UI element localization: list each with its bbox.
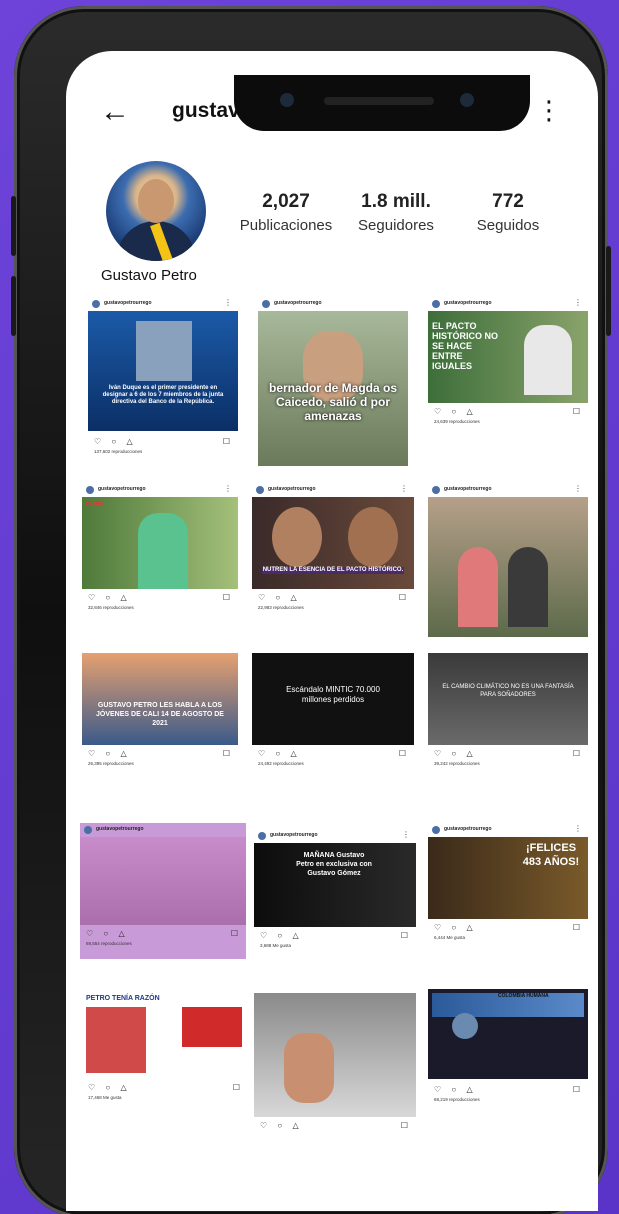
post-card[interactable]: PETRO TENÍA RAZÓN ♡ ○ △ ☐ 17,468 Me gusta bbox=[82, 993, 248, 1185]
arrow-left-icon[interactable]: ← bbox=[100, 97, 130, 127]
post-overlay-text: PETRO bbox=[86, 501, 104, 507]
post-overlay-text: bernador de Magda os Caicedo, salió d po… bbox=[268, 381, 398, 423]
post-author: gustavopetrourrego bbox=[98, 486, 146, 492]
notch bbox=[234, 75, 530, 131]
post-card[interactable]: COLOMBIA HUMANA ♡ ○ △ ☐ 68,219 reproducci… bbox=[428, 989, 588, 1185]
post-plays: 24,492 reproducciones bbox=[258, 761, 304, 766]
post-plays: 22,983 reproducciones bbox=[258, 605, 304, 610]
post-card[interactable]: ♡ ○ △ ☐ bbox=[254, 993, 416, 1173]
post-plays: 6,444 Me gusta bbox=[434, 935, 466, 940]
stat-posts[interactable]: 2,027 Publicaciones bbox=[236, 191, 336, 234]
post-card[interactable]: gustavopetrourrego ♡ ○ △ ☐ 69,554 reprodu… bbox=[80, 823, 246, 959]
screen: ← gustavopetrourrego ✓ ⋮ Gustavo Petro 2… bbox=[66, 51, 598, 1211]
post-overlay-text: Iván Duque es el primer presidente en de… bbox=[102, 385, 224, 405]
post-plays: 24,639 reproducciones bbox=[434, 419, 480, 424]
stat-followers[interactable]: 1.8 mill. Seguidores bbox=[346, 191, 446, 234]
post-overlay-text: Escándalo MINTIC 70.000 millones perdido… bbox=[286, 685, 380, 704]
post-author: gustavopetrourrego bbox=[96, 826, 144, 832]
stat-followers-value: 1.8 mill. bbox=[361, 191, 431, 212]
post-overlay-text: MAÑANA Gustavo Petro en exclusiva con Gu… bbox=[296, 852, 372, 877]
post-author: gustavopetrourrego bbox=[104, 300, 152, 306]
side-button bbox=[11, 276, 16, 336]
post-plays: 39,242 reproducciones bbox=[434, 761, 480, 766]
speaker bbox=[324, 97, 434, 105]
post-plays: 32,846 reproducciones bbox=[88, 605, 134, 610]
post-author: gustavopetrourrego bbox=[444, 826, 492, 832]
post-plays: 17,468 Me gusta bbox=[88, 1095, 122, 1100]
post-author: gustavopetrourrego bbox=[444, 300, 492, 306]
side-button bbox=[11, 196, 16, 256]
more-vertical-icon[interactable]: ⋮ bbox=[536, 97, 562, 123]
post-author: gustavopetrourrego bbox=[268, 486, 316, 492]
post-card[interactable]: gustavopetrourrego ⋮ ¡FELICES 483 AÑOS! ♡… bbox=[428, 823, 588, 971]
post-card[interactable]: gustavopetrourrego ⋮ EL PACTO HISTÓRICO N… bbox=[428, 297, 588, 477]
post-author: gustavopetrourrego bbox=[274, 300, 322, 306]
stat-posts-value: 2,027 bbox=[262, 191, 310, 212]
post-overlay-text: PETRO TENÍA RAZÓN bbox=[86, 995, 160, 1002]
post-card[interactable]: gustavopetrourrego ⋮ Iván Duque es el pri… bbox=[88, 297, 238, 477]
post-plays: 137,602 reproducciones bbox=[94, 449, 143, 454]
stat-posts-label: Publicaciones bbox=[239, 217, 333, 234]
post-overlay-text: EL PACTO HISTÓRICO NO SE HACE ENTRE IGUA… bbox=[432, 321, 499, 371]
post-overlay-text: ¡FELICES 483 AÑOS! bbox=[522, 842, 580, 868]
post-overlay-text: NUTREN LA ESENCIA DE EL PACTO HISTÓRICO. bbox=[262, 567, 404, 574]
post-author: gustavopetrourrego bbox=[270, 832, 318, 838]
stat-followers-label: Seguidores bbox=[358, 217, 434, 234]
post-overlay-text: EL CAMBIO CLIMÁTICO NO ES UNA FANTASÍA P… bbox=[442, 684, 574, 698]
profile-full-name: Gustavo Petro bbox=[101, 267, 197, 284]
post-plays: 26,395 reproducciones bbox=[88, 761, 134, 766]
stat-following[interactable]: 772 Seguidos bbox=[458, 191, 558, 234]
stat-following-label: Seguidos bbox=[476, 217, 540, 234]
post-card[interactable]: gustavopetrourrego bernador de Magda os … bbox=[258, 297, 408, 477]
post-overlay-text: COLOMBIA HUMANA bbox=[498, 993, 549, 999]
post-plays: 3,688 Me gusta bbox=[260, 943, 292, 948]
camera-icon bbox=[280, 93, 294, 107]
post-author: gustavopetrourrego bbox=[444, 486, 492, 492]
post-card[interactable]: gustavopetrourrego ⋮ PETRO ♡ ○ △ ☐ 32,846 … bbox=[82, 483, 238, 643]
post-card[interactable]: EL CAMBIO CLIMÁTICO NO ES UNA FANTASÍA P… bbox=[428, 653, 588, 815]
phone-frame: ← gustavopetrourrego ✓ ⋮ Gustavo Petro 2… bbox=[11, 6, 611, 1214]
sensor-icon bbox=[460, 93, 474, 107]
post-card[interactable]: gustavopetrourrego ⋮ bbox=[428, 483, 588, 643]
side-button bbox=[606, 246, 611, 336]
post-plays: 69,554 reproducciones bbox=[86, 941, 132, 946]
posts-grid: gustavopetrourrego ⋮ Iván Duque es el pri… bbox=[72, 297, 592, 1197]
stat-following-value: 772 bbox=[492, 191, 524, 212]
post-card[interactable]: Escándalo MINTIC 70.000 millones perdido… bbox=[252, 653, 414, 815]
post-card[interactable]: gustavopetrourrego ⋮ NUTREN LA ESENCIA DE… bbox=[252, 483, 414, 643]
avatar[interactable] bbox=[106, 161, 206, 261]
post-card[interactable]: gustavopetrourrego ⋮ MAÑANA Gustavo Petro… bbox=[254, 829, 416, 977]
post-overlay-text: GUSTAVO PETRO LES HABLA A LOS JÓVENES DE… bbox=[96, 702, 224, 727]
post-card[interactable]: GUSTAVO PETRO LES HABLA A LOS JÓVENES DE… bbox=[82, 653, 238, 815]
post-plays: 68,219 reproducciones bbox=[434, 1097, 480, 1102]
